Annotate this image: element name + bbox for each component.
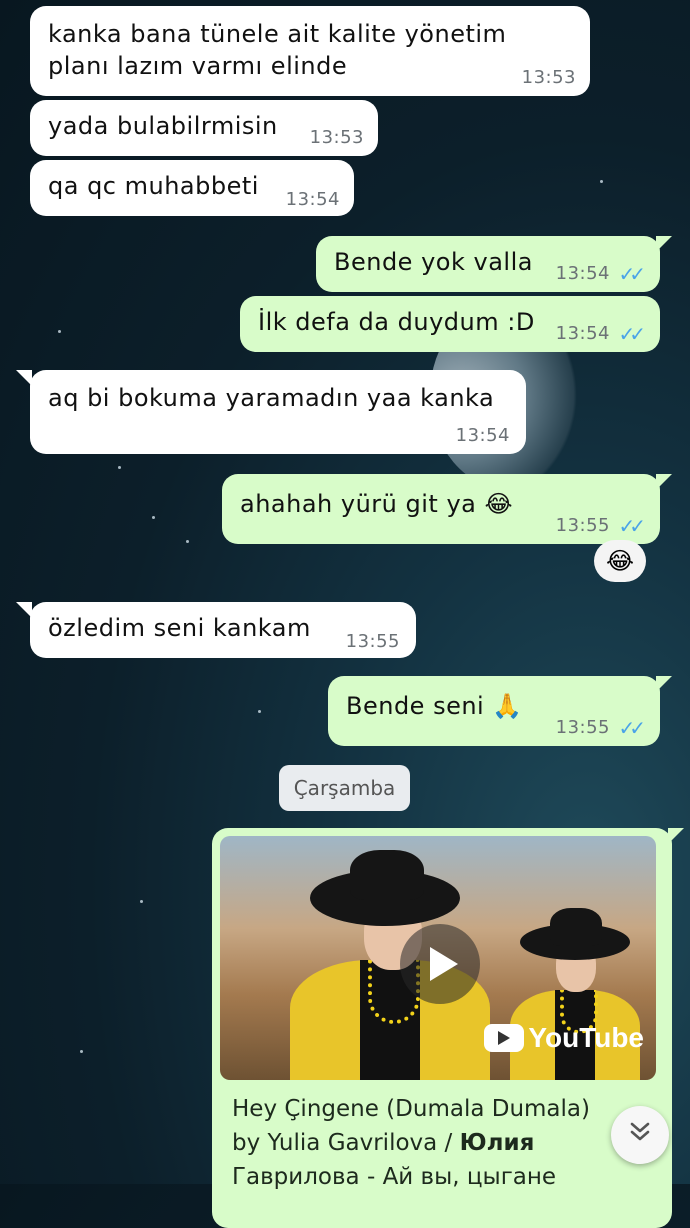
read-receipt-icon: ✓✓: [618, 514, 645, 538]
star: [58, 330, 61, 333]
link-preview-title[interactable]: Hey Çingene (Dumala Dumala) by Yulia Gav…: [232, 1092, 652, 1194]
message-time: 13:53: [309, 127, 364, 148]
star: [152, 516, 155, 519]
chevron-double-down-icon: [627, 1119, 653, 1152]
message-time: 13:54: [455, 425, 510, 446]
bubble-tail: [656, 474, 672, 490]
message-text: kanka bana tünele ait kalite yönetim pla…: [48, 20, 507, 80]
scroll-to-bottom-button[interactable]: [611, 1106, 669, 1164]
bubble-tail: [668, 828, 684, 844]
message-incoming[interactable]: kanka bana tünele ait kalite yönetim pla…: [30, 6, 590, 96]
message-time: 13:54: [285, 189, 340, 210]
message-outgoing[interactable]: İlk defa da duydum :D 13:54 ✓✓: [240, 296, 660, 352]
video-thumbnail[interactable]: YouTube: [220, 836, 656, 1080]
youtube-logo: YouTube: [484, 1022, 644, 1054]
title-line: Гаврилова - Ай вы, цыгане: [232, 1164, 557, 1190]
message-incoming[interactable]: yada bulabilrmisin 13:53: [30, 100, 378, 156]
read-receipt-icon: ✓✓: [618, 322, 645, 346]
star: [140, 900, 143, 903]
message-time: 13:55: [345, 631, 400, 652]
message-time: 13:55: [555, 515, 610, 536]
message-time: 13:53: [521, 67, 576, 88]
message-incoming[interactable]: özledim seni kankam 13:55: [30, 602, 416, 658]
star: [258, 710, 261, 713]
youtube-link-message[interactable]: YouTube Hey Çingene (Dumala Dumala) by Y…: [212, 828, 672, 1228]
message-time: 13:54: [555, 323, 610, 344]
bubble-tail: [656, 236, 672, 252]
star: [80, 1050, 83, 1053]
play-icon[interactable]: [400, 924, 480, 1004]
title-line: by Yulia Gavrilova / Юлия: [232, 1130, 535, 1156]
message-text: aq bi bokuma yaramadın yaa kanka: [48, 384, 495, 412]
title-line: Hey Çingene (Dumala Dumala): [232, 1096, 590, 1122]
message-outgoing[interactable]: Bende yok valla 13:54 ✓✓: [316, 236, 660, 292]
bubble-tail: [656, 676, 672, 692]
star: [600, 180, 603, 183]
message-time: 13:55: [555, 717, 610, 738]
message-outgoing[interactable]: ahahah yürü git ya 😂 13:55 ✓✓: [222, 474, 660, 544]
message-incoming[interactable]: qa qc muhabbeti 13:54: [30, 160, 354, 216]
reaction-badge[interactable]: 😂: [594, 540, 646, 582]
message-outgoing[interactable]: Bende seni 🙏 13:55 ✓✓: [328, 676, 660, 746]
star: [118, 466, 121, 469]
message-time: 13:54: [555, 263, 610, 284]
read-receipt-icon: ✓✓: [618, 716, 645, 740]
read-receipt-icon: ✓✓: [618, 262, 645, 286]
date-separator: Çarşamba: [279, 765, 410, 811]
message-incoming[interactable]: aq bi bokuma yaramadın yaa kanka 13:54: [30, 370, 526, 454]
star: [186, 540, 189, 543]
